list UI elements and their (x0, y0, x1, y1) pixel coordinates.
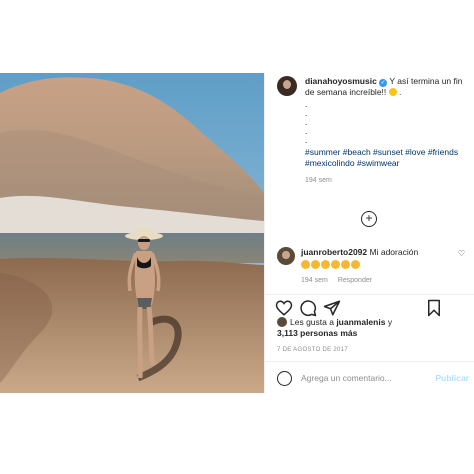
post-time: 194 sem (305, 177, 332, 184)
caption-end: . (399, 87, 402, 97)
post-date: 7 DE AGOSTO DE 2017 (277, 347, 348, 353)
beach-photo-image (0, 73, 264, 393)
heart-eyes-emoji-icon (321, 260, 330, 269)
more-comments-icon[interactable]: + (361, 211, 377, 227)
comment-input[interactable]: Agrega un comentario... (301, 373, 392, 383)
comment-username[interactable]: juanroberto2092 (301, 247, 367, 257)
likes-prefix: Les gusta a (290, 317, 337, 327)
heart-eyes-emoji-icon (351, 260, 360, 269)
post-photo[interactable] (0, 73, 264, 393)
caption: dianahoyosmusic ✓ Y así termina un fin d… (305, 76, 470, 186)
author-username[interactable]: dianahoyosmusic (305, 76, 377, 86)
comment-meta: 194 sem Responder (301, 275, 466, 286)
caption-dot: . (305, 108, 308, 118)
caption-dots: . . . . . (305, 100, 470, 145)
comment-emojis (301, 260, 466, 271)
liker-username[interactable]: juanmalenis (336, 317, 385, 327)
instagram-post: dianahoyosmusic ✓ Y así termina un fin d… (0, 73, 474, 393)
heart-eyes-emoji-icon (311, 260, 320, 269)
caption-dot: . (305, 117, 308, 127)
comment-time: 194 sem (301, 277, 328, 284)
action-bar (265, 294, 474, 319)
verified-badge-icon: ✓ (379, 79, 388, 87)
hashtags[interactable]: #summer #beach #sunset #love #friends #m… (305, 147, 470, 169)
author-avatar[interactable] (277, 76, 297, 96)
publish-button[interactable]: Publicar (435, 373, 469, 383)
caption-dot: . (305, 135, 308, 145)
smile-emoji-icon (388, 88, 397, 96)
likes-middle: y (385, 317, 393, 327)
share-icon[interactable] (323, 299, 341, 317)
comment: juanroberto2092 Mi adoración 194 sem Res… (301, 247, 466, 286)
caption-dot: . (305, 126, 308, 136)
heart-eyes-emoji-icon (341, 260, 350, 269)
comment-icon[interactable] (299, 299, 317, 317)
bookmark-icon[interactable] (425, 299, 443, 317)
comment-text: Mi adoración (369, 247, 419, 257)
caption-dot: . (305, 99, 308, 109)
heart-icon[interactable] (275, 299, 293, 317)
commenter-avatar[interactable] (277, 247, 295, 265)
likes-count[interactable]: 3,113 personas más (277, 328, 467, 339)
post-sidebar: dianahoyosmusic ✓ Y así termina un fin d… (264, 73, 474, 393)
likes-summary: Les gusta a juanmalenis y 3,113 personas… (277, 317, 467, 339)
heart-eyes-emoji-icon (331, 260, 340, 269)
heart-eyes-emoji-icon (301, 260, 310, 269)
emoji-icon[interactable] (277, 371, 292, 386)
add-comment-bar: Agrega un comentario... Publicar (265, 361, 474, 394)
liker-avatar (277, 317, 287, 327)
comment-like-heart-icon[interactable]: ♡ (458, 249, 465, 258)
reply-button[interactable]: Responder (338, 277, 372, 284)
